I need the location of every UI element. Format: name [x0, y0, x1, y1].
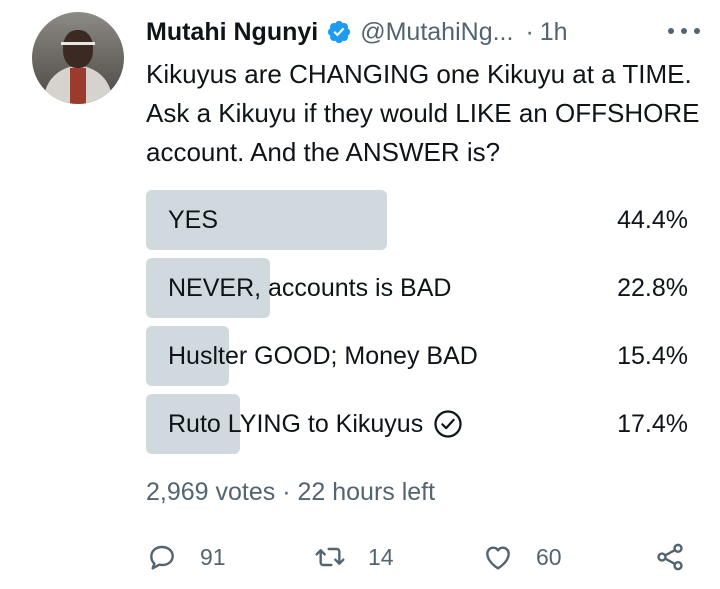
author-avatar[interactable]	[32, 12, 124, 104]
poll-option: NEVER, accounts is BAD 22.8%	[146, 258, 688, 318]
verified-badge-icon	[328, 20, 351, 44]
reply-icon	[150, 545, 174, 570]
separator-dot: ·	[525, 17, 534, 46]
poll-option: YES 44.4%	[146, 190, 688, 250]
retweet-button[interactable]: 14	[314, 535, 394, 579]
author-name[interactable]: Mutahi Ngunyi	[146, 18, 318, 47]
poll-option-percent: 15.4%	[617, 342, 688, 370]
tweet-header: Mutahi Ngunyi @MutahiNg... · 1h	[146, 14, 700, 50]
avatar-glasses	[61, 42, 95, 53]
share-button[interactable]	[654, 535, 686, 579]
selected-check-icon	[434, 410, 462, 438]
reply-count: 91	[200, 543, 226, 570]
retweet-count: 14	[368, 543, 394, 570]
poll-option-label: Huslter GOOD; Money BAD	[168, 342, 478, 370]
share-icon	[657, 543, 683, 571]
poll-option-percent: 17.4%	[617, 410, 688, 438]
retweet-icon	[315, 547, 345, 567]
poll-option-label: NEVER, accounts is BAD	[168, 274, 452, 302]
tweet-timestamp[interactable]: 1h	[540, 18, 568, 47]
author-handle[interactable]: @MutahiNg...	[360, 18, 513, 47]
like-button[interactable]: 60	[482, 535, 562, 579]
poll-option-percent: 44.4%	[617, 206, 688, 234]
poll-option-percent: 22.8%	[617, 274, 688, 302]
poll-meta: 2,969 votes · 22 hours left	[146, 478, 436, 506]
heart-icon	[486, 546, 510, 570]
avatar-shirt	[70, 68, 86, 104]
poll-option: Huslter GOOD; Money BAD 15.4%	[146, 326, 688, 386]
poll-option: Ruto LYING to Kikuyus 17.4%	[146, 394, 688, 454]
like-count: 60	[536, 543, 562, 570]
tweet-text: Kikuyus are CHANGING one Kikuyu at a TIM…	[146, 59, 700, 167]
poll-option-label: YES	[168, 206, 219, 234]
poll-option-label: Ruto LYING to Kikuyus	[168, 410, 424, 438]
more-options-icon[interactable]	[668, 18, 700, 44]
poll: YES 44.4% NEVER, accounts is BAD 22.8% H…	[146, 190, 688, 462]
reply-button[interactable]: 91	[146, 535, 226, 579]
tweet-actions: 91 14 60	[146, 535, 688, 579]
